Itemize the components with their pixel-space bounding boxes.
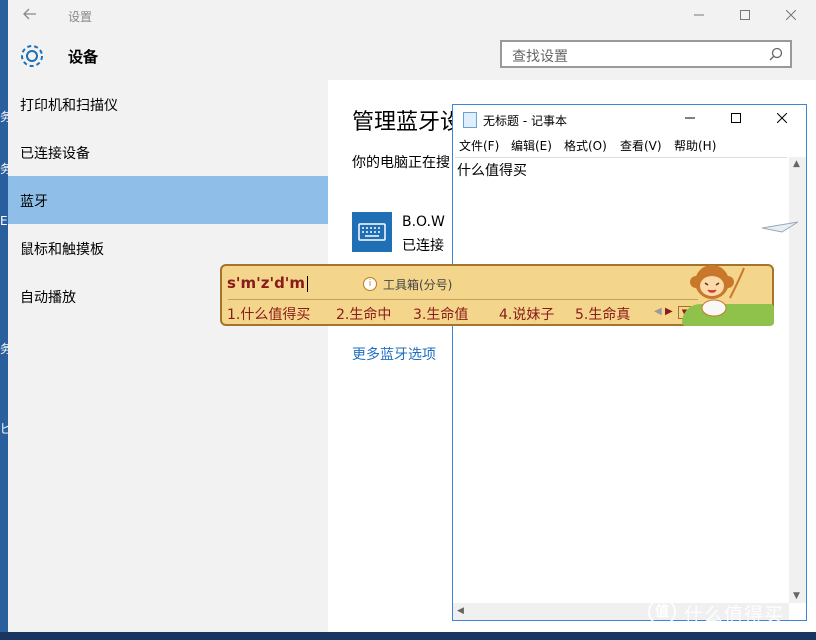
ime-divider xyxy=(228,299,698,300)
notepad-title: 无标题 - 记事本 xyxy=(483,114,567,128)
close-icon xyxy=(776,112,788,124)
menu-help[interactable]: 帮助(H) xyxy=(674,137,716,154)
sidebar-item-bluetooth[interactable]: 蓝牙 xyxy=(8,176,328,224)
ime-candidate[interactable]: 4.说妹子 xyxy=(499,304,554,324)
sidebar-item-label: 鼠标和触摸板 xyxy=(20,242,104,258)
minimize-icon xyxy=(694,14,704,16)
notepad-titlebar: 无标题 - 记事本 xyxy=(453,105,806,133)
sidebar-item-label: 自动播放 xyxy=(20,290,76,306)
minimize-icon xyxy=(685,117,695,119)
desktop-edge: 务 务 E 务 匕 xyxy=(0,0,12,640)
ime-composition-value: s'm'z'd'm xyxy=(227,274,306,292)
ime-candidate[interactable]: 1.什么值得买 xyxy=(227,304,310,324)
content-title: 管理蓝牙设 xyxy=(352,110,463,135)
scroll-up-icon[interactable]: ▲ xyxy=(793,159,800,169)
settings-header: 设备 查找设置 xyxy=(8,32,816,80)
minimize-button[interactable] xyxy=(676,0,722,32)
content-description: 你的电脑正在搜 xyxy=(352,155,450,171)
maximize-icon xyxy=(740,10,750,20)
watermark: 值 什么值得买 xyxy=(648,598,808,628)
notepad-text-area[interactable]: 什么值得买 xyxy=(455,157,787,603)
search-icon[interactable] xyxy=(768,46,784,62)
notepad-icon xyxy=(463,112,477,128)
ime-composition-text: s'm'z'd'm xyxy=(227,274,309,292)
window-title: 设置 xyxy=(68,10,93,24)
page-title: 设备 xyxy=(68,48,99,66)
ime-candidate[interactable]: 5.生命真 xyxy=(575,304,630,324)
sidebar-item-printers[interactable]: 打印机和扫描仪 xyxy=(8,80,328,128)
notepad-menubar: 文件(F) 编辑(E) 格式(O) 查看(V) 帮助(H) xyxy=(453,133,806,155)
device-name[interactable]: B.O.W xyxy=(402,214,445,230)
search-input[interactable]: 查找设置 xyxy=(512,46,568,66)
sidebar-item-connected-devices[interactable]: 已连接设备 xyxy=(8,128,328,176)
notepad-minimize-button[interactable] xyxy=(667,105,713,133)
gear-icon xyxy=(21,45,43,67)
sidebar-item-label: 打印机和扫描仪 xyxy=(20,98,118,114)
menu-view[interactable]: 查看(V) xyxy=(620,137,662,154)
ime-candidate-window: s'm'z'd'm i 工具箱(分号) 1.什么值得买 2.生命中 3.生命值 … xyxy=(220,264,774,326)
ime-toolbox-label[interactable]: 工具箱(分号) xyxy=(383,276,452,293)
watermark-text: 什么值得买 xyxy=(684,604,785,626)
sidebar-item-label: 蓝牙 xyxy=(20,194,48,210)
ime-prev-page-icon[interactable]: ◀ xyxy=(654,306,662,317)
menu-file[interactable]: 文件(F) xyxy=(459,137,499,154)
ime-next-page-icon[interactable]: ▶ xyxy=(665,306,673,317)
taskbar xyxy=(0,632,816,640)
keyboard-icon xyxy=(352,212,392,252)
maximize-button[interactable] xyxy=(722,0,768,32)
paper-plane-icon xyxy=(761,221,799,233)
watermark-logo: 值 xyxy=(648,598,676,626)
monkey-mascot-icon xyxy=(690,265,745,317)
ime-candidate[interactable]: 3.生命值 xyxy=(413,304,468,324)
settings-titlebar: 设置 xyxy=(8,0,816,32)
text-cursor xyxy=(307,275,309,292)
notepad-close-button[interactable] xyxy=(759,105,805,133)
ime-candidate[interactable]: 2.生命中 xyxy=(336,304,391,324)
back-button[interactable] xyxy=(22,6,42,26)
desktop-label: E xyxy=(0,214,8,228)
search-box[interactable]: 查找设置 xyxy=(500,40,792,68)
maximize-icon xyxy=(731,113,741,123)
notepad-window: 无标题 - 记事本 文件(F) 编辑(E) 格式(O) 查看(V) 帮助(H) … xyxy=(452,104,807,621)
sidebar-item-label: 已连接设备 xyxy=(20,146,90,162)
scroll-left-icon[interactable]: ◀ xyxy=(457,606,464,616)
more-bluetooth-options-link[interactable]: 更多蓝牙选项 xyxy=(352,344,436,364)
menu-edit[interactable]: 编辑(E) xyxy=(511,137,552,154)
close-button[interactable] xyxy=(768,0,814,32)
device-status: 已连接 xyxy=(402,238,444,254)
arrow-left-icon xyxy=(23,8,36,20)
close-icon xyxy=(785,9,797,21)
sidebar: 打印机和扫描仪 已连接设备 蓝牙 鼠标和触摸板 自动播放 xyxy=(8,80,328,632)
menu-format[interactable]: 格式(O) xyxy=(564,137,607,154)
info-icon[interactable]: i xyxy=(363,277,377,291)
notepad-maximize-button[interactable] xyxy=(713,105,759,133)
